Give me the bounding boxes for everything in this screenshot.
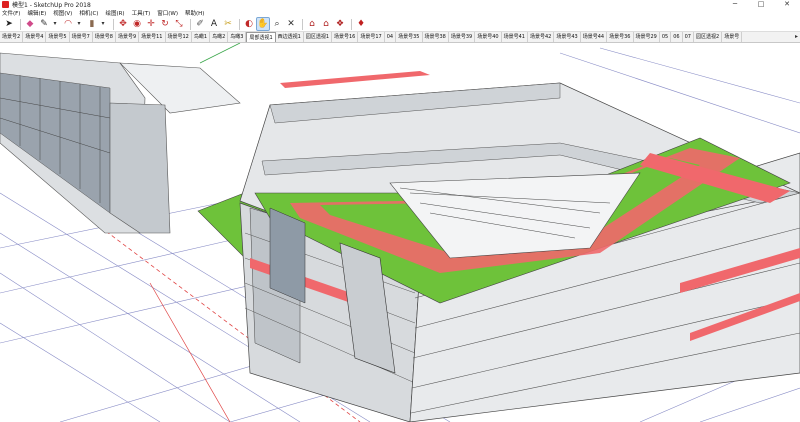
scene-tab[interactable]: 鸟瞰2 bbox=[210, 32, 229, 42]
scene-tab[interactable]: 场景号42 bbox=[528, 32, 555, 42]
eraser-icon[interactable]: ◆ bbox=[24, 18, 36, 30]
scene-tab[interactable]: 场景号35 bbox=[396, 32, 423, 42]
maximize-button[interactable]: □ bbox=[748, 0, 774, 9]
scene-tab[interactable]: 场景号40 bbox=[475, 32, 502, 42]
menu-file[interactable]: 文件(F) bbox=[2, 9, 20, 17]
zoom-extents-icon[interactable]: ✕ bbox=[285, 18, 297, 30]
scene-tab[interactable]: 场景号36 bbox=[607, 32, 634, 42]
menu-tools[interactable]: 工具(T) bbox=[132, 9, 151, 17]
green-axis-line bbox=[199, 43, 241, 64]
menu-help[interactable]: 帮助(H) bbox=[185, 9, 204, 17]
menu-bar: 文件(F) 编辑(E) 视图(V) 相机(C) 绘图(R) 工具(T) 窗口(W… bbox=[0, 9, 800, 17]
pan-icon[interactable]: ✋ bbox=[256, 17, 270, 31]
chevron-down-icon[interactable]: ▾ bbox=[100, 18, 106, 30]
scene-tab[interactable]: 07 bbox=[683, 32, 694, 42]
extension-warehouse-icon[interactable]: ⌂ bbox=[320, 18, 332, 30]
warehouse-icon[interactable]: ⌂ bbox=[306, 18, 318, 30]
scene-tab[interactable]: 场景号39 bbox=[449, 32, 476, 42]
scene-tab[interactable]: 05 bbox=[660, 32, 672, 42]
scene-tab[interactable]: 场景号43 bbox=[554, 32, 581, 42]
rotate-icon[interactable]: ↻ bbox=[159, 18, 171, 30]
scene-tab[interactable]: 场景号7 bbox=[70, 32, 93, 42]
scene-tab[interactable]: 场景号11 bbox=[139, 32, 166, 42]
menu-camera[interactable]: 相机(C) bbox=[79, 9, 98, 17]
scene-tab[interactable]: 场景号16 bbox=[332, 32, 359, 42]
menu-window[interactable]: 窗口(W) bbox=[157, 9, 178, 17]
chevron-down-icon[interactable]: ▾ bbox=[52, 18, 58, 30]
scene-tab[interactable]: 06 bbox=[671, 32, 683, 42]
pencil-line-icon[interactable]: ✎ bbox=[38, 18, 50, 30]
push-pull-icon[interactable]: ▮ bbox=[86, 18, 98, 30]
minimize-button[interactable]: ─ bbox=[722, 0, 748, 9]
close-button[interactable]: ✕ bbox=[774, 0, 800, 9]
move-arrows-icon[interactable]: ✛ bbox=[145, 18, 157, 30]
tape-measure-icon[interactable]: ✐ bbox=[194, 18, 206, 30]
scene-tab[interactable]: 场景号4 bbox=[23, 32, 47, 42]
components-icon[interactable]: ❖ bbox=[334, 18, 346, 30]
scene-tab[interactable]: 场景号2 bbox=[0, 32, 24, 42]
scene-tab[interactable]: 园区透视2 bbox=[694, 32, 723, 42]
scene-tab-active[interactable]: 局部透视1 bbox=[246, 32, 276, 42]
scene-tabs-scroll-right-icon[interactable]: ▸ bbox=[795, 32, 798, 42]
toolbar-divider bbox=[113, 18, 114, 30]
building-model-canvas bbox=[0, 43, 800, 422]
move-icon[interactable]: ✥ bbox=[117, 18, 129, 30]
main-toolbar: ➤ ◆ ✎ ▾ ◠ ▾ ▮ ▾ ✥ ◉ ✛ ↻ ⤡ ✐ A ✂ ◐ ✋ ⌕ ✕ … bbox=[0, 17, 800, 32]
scene-tab[interactable]: 场景号41 bbox=[502, 32, 528, 42]
menu-draw[interactable]: 绘图(R) bbox=[105, 9, 124, 17]
scale-icon[interactable]: ⤡ bbox=[173, 18, 185, 30]
section-icon[interactable]: ✂ bbox=[222, 18, 234, 30]
text-icon[interactable]: A bbox=[208, 18, 220, 30]
toolbar-divider bbox=[239, 18, 240, 30]
scene-tab[interactable]: 场景号44 bbox=[581, 32, 608, 42]
menu-view[interactable]: 视图(V) bbox=[53, 9, 72, 17]
scene-tab[interactable]: 场景号5 bbox=[46, 32, 70, 42]
orbit-icon[interactable]: ◐ bbox=[243, 18, 255, 30]
scene-tab[interactable]: 04 bbox=[385, 32, 397, 42]
scene-tabs-bar: 场景号2 场景号4 场景号5 场景号7 场景号8 场景号9 场景号11 场景号1… bbox=[0, 32, 800, 43]
chevron-down-icon[interactable]: ▾ bbox=[76, 18, 82, 30]
menu-edit[interactable]: 编辑(E) bbox=[27, 9, 46, 17]
sketchup-logo-icon bbox=[2, 1, 9, 8]
title-bar: 模型1 - SketchUp Pro 2018 ─ □ ✕ bbox=[0, 0, 800, 9]
ruby-icon[interactable]: ♦ bbox=[355, 18, 367, 30]
paint-bucket-icon[interactable]: ◉ bbox=[131, 18, 143, 30]
scene-tab[interactable]: 场景号9 bbox=[116, 32, 140, 42]
scene-tab[interactable]: 园区透视1 bbox=[304, 32, 332, 42]
scene-tab[interactable]: 场景号38 bbox=[423, 32, 449, 42]
window-title: 模型1 - SketchUp Pro 2018 bbox=[12, 2, 91, 9]
toolbar-divider bbox=[190, 18, 191, 30]
scene-tab[interactable]: 场景号17 bbox=[358, 32, 385, 42]
select-arrow-icon[interactable]: ➤ bbox=[3, 18, 15, 30]
scene-tab[interactable]: 场景号 bbox=[722, 32, 743, 42]
model-viewport[interactable] bbox=[0, 43, 800, 422]
scene-tab[interactable]: 鸟瞰3 bbox=[228, 32, 247, 42]
scene-tab[interactable]: 场景号12 bbox=[166, 32, 192, 42]
toolbar-divider bbox=[351, 18, 352, 30]
scene-tab[interactable]: 西边透视1 bbox=[276, 32, 304, 42]
scene-tab[interactable]: 鸟瞰1 bbox=[192, 32, 211, 42]
glass-curtain-wall bbox=[269, 207, 306, 304]
scene-tab[interactable]: 场景号8 bbox=[93, 32, 116, 42]
toolbar-divider bbox=[302, 18, 303, 30]
zoom-icon[interactable]: ⌕ bbox=[271, 18, 283, 30]
arc-icon[interactable]: ◠ bbox=[62, 18, 74, 30]
window-controls: ─ □ ✕ bbox=[722, 0, 800, 9]
scene-tab[interactable]: 场景号29 bbox=[634, 32, 660, 42]
red-axis-line bbox=[149, 282, 231, 422]
toolbar-divider bbox=[20, 18, 21, 30]
